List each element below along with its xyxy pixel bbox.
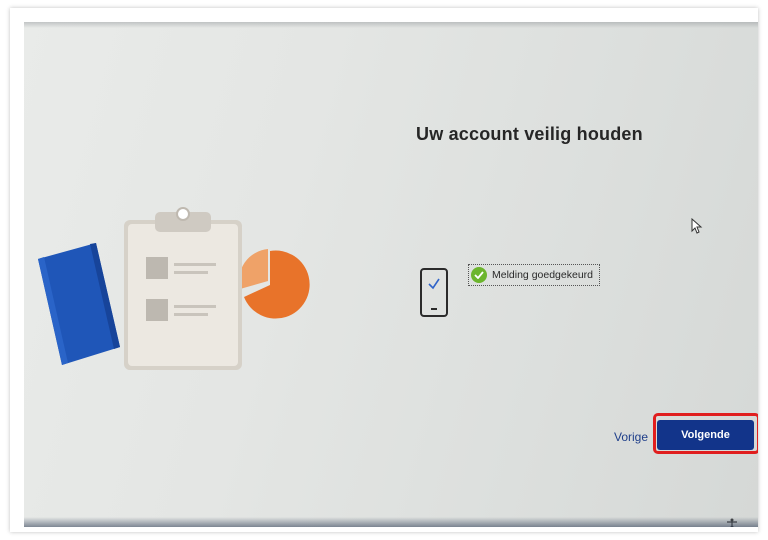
clipboard-icon [124, 207, 242, 370]
approval-status: Melding goedgekeurd [468, 264, 600, 286]
photo-frame: Uw account veilig houden Melding goedgek… [10, 8, 758, 532]
security-illustration [38, 207, 310, 370]
back-button[interactable]: Vorige [614, 430, 648, 444]
setup-screen: Uw account veilig houden Melding goedgek… [24, 22, 758, 527]
pie-chart-icon [238, 249, 310, 319]
notebook-icon [38, 243, 120, 365]
check-circle-icon [471, 267, 487, 283]
screen-top-edge [24, 22, 758, 28]
phone-icon [420, 268, 448, 317]
status-text: Melding goedgekeurd [492, 269, 593, 281]
screen-bottom-edge [24, 517, 758, 527]
mouse-cursor-icon [691, 218, 703, 234]
page-title: Uw account veilig houden [416, 124, 643, 144]
next-button[interactable]: Volgende [657, 420, 754, 450]
